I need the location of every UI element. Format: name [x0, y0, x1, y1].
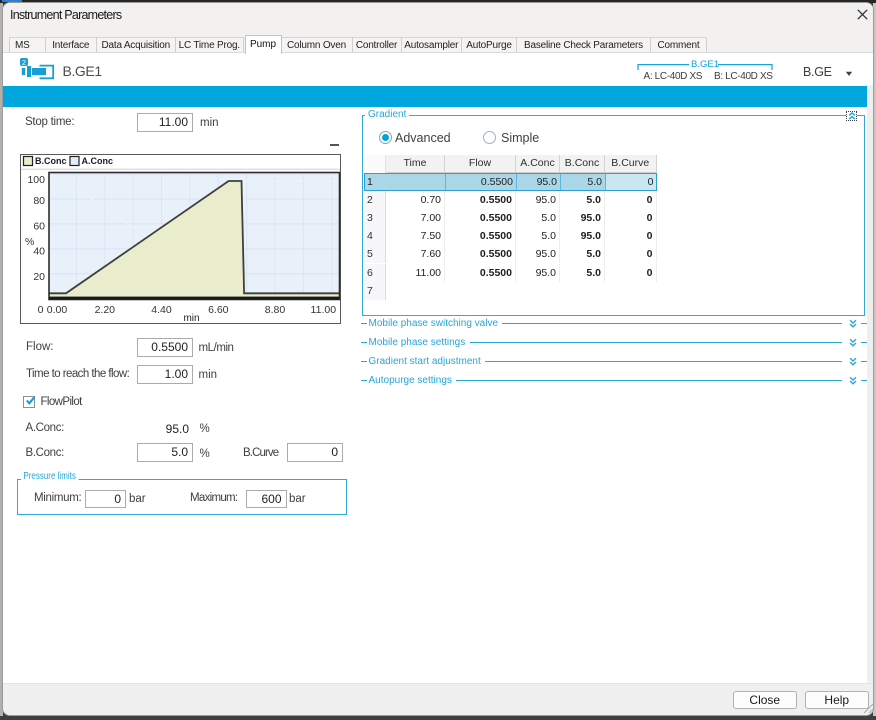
svg-text:2.20: 2.20 — [95, 304, 116, 316]
svg-text:80: 80 — [33, 195, 45, 207]
svg-text:20: 20 — [33, 271, 45, 283]
svg-text:2: 2 — [22, 58, 26, 67]
svg-text:%: % — [25, 236, 34, 248]
svg-text:11.00: 11.00 — [311, 304, 337, 316]
svg-text:min: min — [183, 313, 199, 324]
svg-text:60: 60 — [33, 221, 45, 233]
svg-text:A.Conc: A.Conc — [82, 156, 114, 166]
svg-text:100: 100 — [27, 174, 45, 186]
svg-text:0.00: 0.00 — [47, 304, 68, 316]
svg-text:6.60: 6.60 — [208, 304, 229, 316]
svg-text:0: 0 — [38, 304, 44, 316]
svg-text:8.80: 8.80 — [265, 304, 286, 316]
svg-text:B.Conc: B.Conc — [35, 156, 67, 166]
svg-text:40: 40 — [33, 246, 45, 258]
svg-text:4.40: 4.40 — [151, 304, 172, 316]
